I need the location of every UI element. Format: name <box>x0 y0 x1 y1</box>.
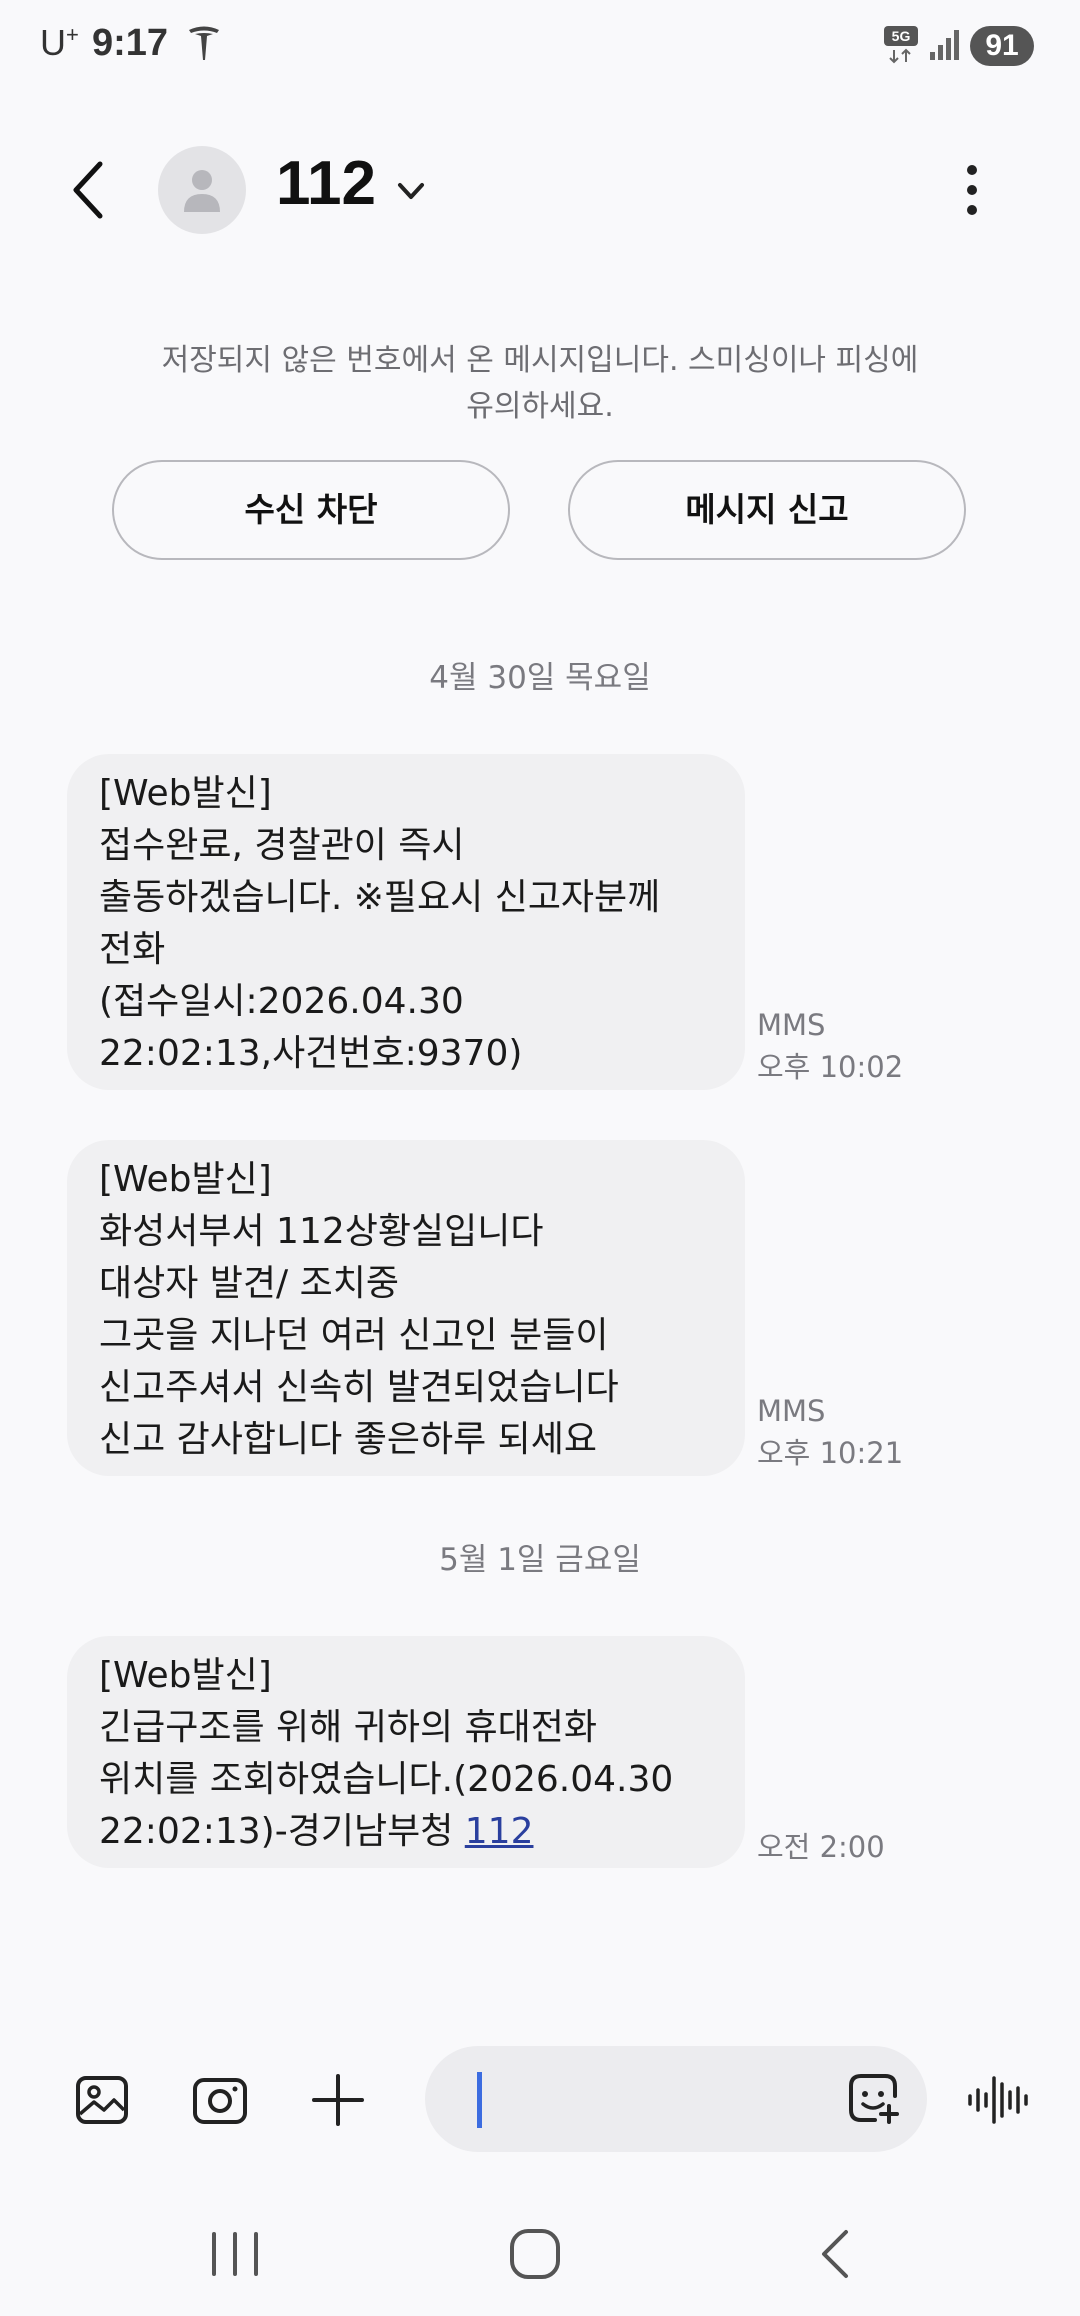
message-bubble[interactable]: [Web발신] 화성서부서 112상황실입니다 대상자 발견/ 조치중 그곳을 … <box>67 1140 745 1476</box>
contact-name[interactable]: 112 <box>276 148 376 219</box>
back-button[interactable] <box>60 150 120 230</box>
network-label: 5G <box>892 28 911 44</box>
emoji-icon[interactable] <box>845 2070 901 2126</box>
message-line: 위치를 조회하였습니다.(2026.04.30 <box>99 1759 674 1800</box>
message-line: 그곳을 지나던 여러 신고인 분들이 <box>99 1315 609 1356</box>
message-line: 접수완료, 경찰관이 즉시 <box>99 825 465 866</box>
clock: 9:17 <box>92 22 169 64</box>
more-options-icon[interactable] <box>950 160 994 220</box>
message-bubble[interactable]: [Web발신] 접수완료, 경찰관이 즉시 출동하겠습니다. ※필요시 신고자분… <box>67 754 745 1090</box>
message-time: 오후 10:21 <box>757 1436 904 1470</box>
date-separator: 5월 1일 금요일 <box>439 1542 641 1578</box>
message-line: 화성서부서 112상황실입니다 <box>99 1211 544 1252</box>
battery-indicator: 91 <box>970 26 1034 66</box>
text-cursor <box>477 2072 482 2128</box>
unsaved-number-warning: 저장되지 않은 번호에서 온 메시지입니다. 스미싱이나 피싱에 유의하세요. <box>100 338 980 430</box>
back-nav-button[interactable] <box>800 2226 870 2282</box>
status-bar: U+ 9:17 5G 91 <box>0 0 1080 90</box>
message-line: [Web발신] <box>99 773 272 814</box>
message-line: 22:02:13)-경기남부청 112 <box>99 1806 713 1858</box>
message-meta: MMS 오후 10:02 <box>757 1004 903 1088</box>
message-line: [Web발신] <box>99 1655 272 1696</box>
signal-icon <box>930 30 959 60</box>
message-time: 오후 10:02 <box>757 1050 904 1084</box>
voice-input-icon[interactable] <box>966 2074 1030 2126</box>
avatar[interactable] <box>158 146 246 234</box>
message-line: 22:02:13,사건번호:9370) <box>99 1033 523 1074</box>
message-line: 신고 감사합니다 좋은하루 되세요 <box>99 1419 598 1460</box>
message-type: MMS <box>757 1008 826 1042</box>
message-line-text: 22:02:13)-경기남부청 <box>99 1811 465 1852</box>
message-input[interactable] <box>425 2046 927 2152</box>
message-line: 대상자 발견/ 조치중 <box>99 1263 399 1304</box>
message-line: 전화 <box>99 929 166 970</box>
block-button[interactable]: 수신 차단 <box>112 460 510 560</box>
home-button[interactable] <box>500 2226 570 2282</box>
message-line: 신고주셔서 신속히 발견되었습니다 <box>99 1367 619 1408</box>
phone-link[interactable]: 112 <box>465 1811 534 1852</box>
message-meta: 오전 2:00 <box>757 1826 885 1868</box>
message-bubble[interactable]: [Web발신] 긴급구조를 위해 귀하의 휴대전화 위치를 조회하였습니다.(2… <box>67 1636 745 1868</box>
warning-line-2: 유의하세요. <box>466 389 614 424</box>
report-message-button[interactable]: 메시지 신고 <box>568 460 966 560</box>
message-line: [Web발신] <box>99 1159 272 1200</box>
message-time: 오전 2:00 <box>757 1830 885 1864</box>
chevron-down-icon[interactable] <box>392 172 430 210</box>
message-line: 출동하겠습니다. ※필요시 신고자분께 <box>99 877 661 918</box>
plus-icon[interactable] <box>308 2070 368 2130</box>
message-type: MMS <box>757 1394 826 1428</box>
person-icon <box>184 170 220 212</box>
recent-apps-button[interactable] <box>200 2226 270 2282</box>
gallery-icon[interactable] <box>72 2070 132 2130</box>
warning-line-1: 저장되지 않은 번호에서 온 메시지입니다. 스미싱이나 피싱에 <box>161 343 919 378</box>
message-line: 긴급구조를 위해 귀하의 휴대전화 <box>99 1707 598 1748</box>
5g-network-icon: 5G <box>884 26 918 64</box>
message-line: (접수일시:2026.04.30 <box>99 981 464 1022</box>
message-meta: MMS 오후 10:21 <box>757 1390 903 1474</box>
date-separator: 4월 30일 목요일 <box>429 660 651 696</box>
messages-screen: U+ 9:17 5G 91 112 저장되지 않은 번호에서 온 메시지입니다.… <box>0 0 1080 2316</box>
tesla-icon <box>189 26 219 60</box>
camera-icon[interactable] <box>190 2070 250 2130</box>
carrier-label: U+ <box>40 22 79 63</box>
